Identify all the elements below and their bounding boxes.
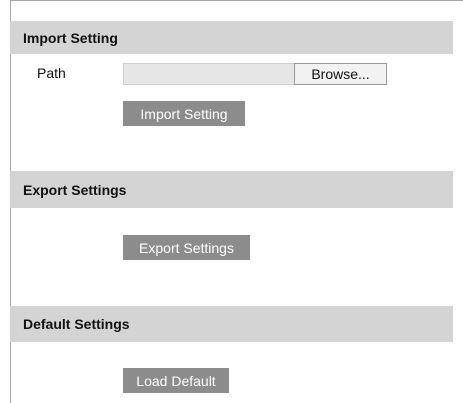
path-input[interactable]	[123, 63, 294, 85]
import-setting-header: Import Setting	[10, 21, 453, 54]
load-default-button[interactable]: Load Default	[123, 368, 229, 393]
export-settings-button[interactable]: Export Settings	[123, 235, 250, 260]
import-setting-button[interactable]: Import Setting	[123, 101, 245, 126]
default-settings-header: Default Settings	[10, 306, 453, 342]
export-settings-header: Export Settings	[10, 171, 453, 208]
browse-button[interactable]: Browse...	[294, 63, 387, 85]
path-label: Path	[37, 65, 66, 81]
